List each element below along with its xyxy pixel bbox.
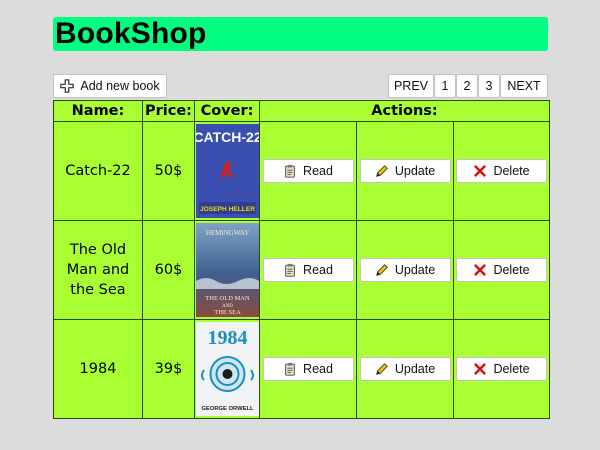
- app-title: BookShop: [55, 17, 207, 50]
- book-name: The Old Man and the Sea: [53, 220, 143, 320]
- app-header: BookShop: [53, 17, 548, 51]
- pencil-icon: [375, 264, 388, 276]
- add-new-book-label: Add new book: [80, 79, 160, 93]
- update-button[interactable]: Update: [359, 258, 451, 282]
- column-header-cover: Cover:: [194, 100, 260, 122]
- column-header-name: Name:: [53, 100, 143, 122]
- book-price: 39$: [142, 319, 195, 419]
- update-button[interactable]: Update: [359, 159, 451, 183]
- svg-text:1984: 1984: [207, 327, 247, 349]
- books-table: Name: Price: Cover: Actions: Catch-22 50…: [53, 100, 551, 419]
- page-3-button[interactable]: 3: [478, 74, 500, 98]
- table-row: Catch-22 50$ CATCH-22 JOSEPH HELLER Read…: [53, 121, 551, 221]
- read-button[interactable]: Read: [262, 357, 354, 381]
- pencil-icon: [375, 363, 388, 375]
- next-page-button[interactable]: NEXT: [500, 74, 548, 98]
- delete-button[interactable]: Delete: [456, 159, 548, 183]
- table-header-row: Name: Price: Cover: Actions:: [53, 100, 551, 122]
- delete-button-label: Delete: [493, 263, 530, 277]
- page-2-button[interactable]: 2: [456, 74, 478, 98]
- cross-icon: [474, 363, 487, 375]
- book-price: 50$: [142, 121, 195, 221]
- clipboard-icon: [285, 263, 295, 277]
- book-price: 60$: [142, 220, 195, 320]
- prev-page-button[interactable]: PREV: [388, 74, 434, 98]
- column-header-actions: Actions:: [258, 100, 551, 122]
- svg-text:THE OLD MAN: THE OLD MAN: [205, 295, 250, 302]
- read-button-label: Read: [303, 362, 333, 376]
- book-cover-image: CATCH-22 JOSEPH HELLER: [195, 124, 259, 218]
- svg-text:CATCH-22: CATCH-22: [196, 129, 259, 145]
- pencil-icon: [375, 165, 388, 177]
- update-button[interactable]: Update: [359, 357, 451, 381]
- pagination: PREV 1 2 3 NEXT: [388, 74, 548, 98]
- read-button[interactable]: Read: [262, 159, 354, 183]
- book-cover-image: 1984 GEORGE ORWELL: [195, 322, 259, 416]
- column-header-price: Price:: [142, 100, 195, 122]
- cross-icon: [474, 165, 487, 177]
- svg-text:HEMINGWAY: HEMINGWAY: [205, 229, 248, 237]
- read-button-label: Read: [303, 164, 333, 178]
- book-name: 1984: [53, 319, 143, 419]
- svg-text:GEORGE ORWELL: GEORGE ORWELL: [201, 406, 254, 412]
- book-name: Catch-22: [53, 121, 143, 221]
- book-cover-image: HEMINGWAY THE OLD MAN AND THE SEA: [195, 223, 259, 317]
- update-button-label: Update: [394, 362, 436, 376]
- delete-button-label: Delete: [493, 362, 530, 376]
- update-button-label: Update: [394, 263, 436, 277]
- add-new-book-button[interactable]: Add new book: [53, 74, 167, 98]
- cross-icon: [474, 264, 487, 276]
- delete-button[interactable]: Delete: [456, 258, 548, 282]
- read-button-label: Read: [303, 263, 333, 277]
- plus-icon: [60, 79, 75, 93]
- clipboard-icon: [285, 362, 295, 376]
- delete-button[interactable]: Delete: [456, 357, 548, 381]
- table-row: 1984 39$ 1984 GEORGE ORWELL Read Update: [53, 319, 551, 419]
- clipboard-icon: [285, 164, 295, 178]
- svg-text:JOSEPH HELLER: JOSEPH HELLER: [200, 206, 255, 213]
- svg-text:THE SEA: THE SEA: [214, 309, 241, 316]
- update-button-label: Update: [394, 164, 436, 178]
- read-button[interactable]: Read: [262, 258, 354, 282]
- page-1-button[interactable]: 1: [434, 74, 456, 98]
- delete-button-label: Delete: [493, 164, 530, 178]
- table-row: The Old Man and the Sea 60$ HEMINGWAY TH…: [53, 220, 551, 320]
